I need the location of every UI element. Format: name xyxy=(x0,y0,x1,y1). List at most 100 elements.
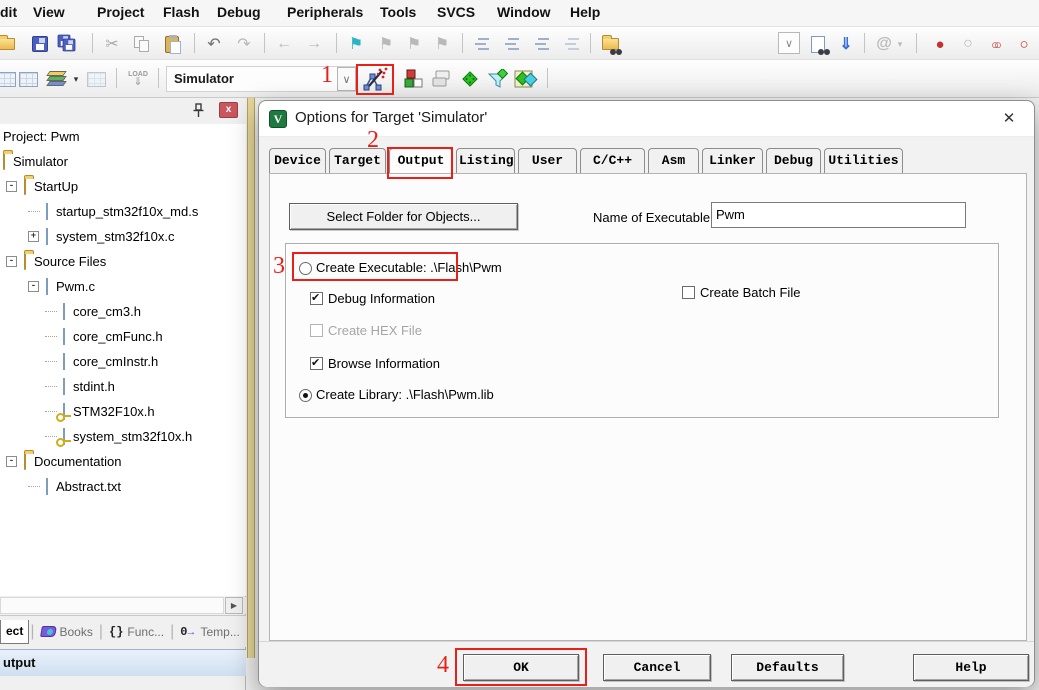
menu-item-help[interactable]: Help xyxy=(570,4,600,20)
rebuild-dropdown-caret-icon[interactable]: ▾ xyxy=(70,67,82,91)
tree-item-simulator[interactable]: Simulator xyxy=(0,149,246,174)
dialog-tab-user[interactable]: User xyxy=(518,148,577,173)
cut-icon[interactable]: ✂ xyxy=(100,32,124,56)
dialog-tab-utilities[interactable]: Utilities xyxy=(824,148,903,173)
tree-item-system-stm32f10x-c[interactable]: +system_stm32f10x.c xyxy=(0,224,246,249)
search-dropdown[interactable]: ∨ xyxy=(778,32,800,54)
project-panel-close-icon[interactable]: x xyxy=(219,102,238,118)
ok-button[interactable]: OK xyxy=(463,654,579,681)
tree-item-core-cm3-h[interactable]: core_cm3.h xyxy=(0,299,246,324)
create-library-radio[interactable] xyxy=(299,389,312,402)
dialog-close-icon[interactable]: ✕ xyxy=(998,108,1020,130)
bookmark-next-icon[interactable]: ⚑ xyxy=(374,32,398,56)
tree-item-core-cminstr-h[interactable]: core_cmInstr.h xyxy=(0,349,246,374)
multi-project-workspace-icon[interactable] xyxy=(430,67,454,91)
tree-item-stm32f10x-h[interactable]: STM32F10x.h xyxy=(0,399,246,424)
name-of-executable-input[interactable]: Pwm xyxy=(711,202,966,228)
copy-icon[interactable] xyxy=(130,32,154,56)
select-software-packs-icon[interactable] xyxy=(486,67,510,91)
dialog-tab-debug[interactable]: Debug xyxy=(766,148,821,173)
run-time-environment-icon[interactable] xyxy=(458,67,482,91)
debug-information-checkbox[interactable] xyxy=(310,292,323,305)
menu-item-dit[interactable]: dit xyxy=(0,4,17,20)
navigate-back-icon[interactable]: ← xyxy=(272,32,296,56)
comment-selection-icon[interactable] xyxy=(530,32,554,56)
panel-tab-temp[interactable]: 0→Temp... xyxy=(175,620,245,644)
tree-item-source-files[interactable]: -Source Files xyxy=(0,249,246,274)
menu-item-view[interactable]: View xyxy=(33,4,65,20)
tree-expander-icon[interactable]: - xyxy=(6,456,17,467)
tree-item-startup-stm32f10x-md-s[interactable]: startup_stm32f10x_md.s xyxy=(0,199,246,224)
browse-information-checkbox[interactable] xyxy=(310,357,323,370)
disable-all-breakpoints-icon[interactable]: ○○ xyxy=(982,32,1006,56)
indent-right-icon[interactable] xyxy=(500,32,524,56)
menu-item-debug[interactable]: Debug xyxy=(217,4,261,20)
menu-item-flash[interactable]: Flash xyxy=(163,4,200,20)
find-in-document-icon[interactable] xyxy=(806,32,830,56)
insert-breakpoint-icon[interactable]: ● xyxy=(928,32,952,56)
manage-components-icon[interactable] xyxy=(402,67,426,91)
help-button[interactable]: Help xyxy=(913,654,1029,681)
menu-item-svcs[interactable]: SVCS xyxy=(437,4,475,20)
build-icon[interactable] xyxy=(16,67,40,91)
build-output-caption[interactable]: utput xyxy=(0,649,246,676)
redo-icon[interactable]: ↷ xyxy=(232,32,256,56)
bookmark-clear-all-icon[interactable]: ⚑ xyxy=(430,32,454,56)
tree-item-project-pwm[interactable]: Project: Pwm xyxy=(0,124,246,149)
project-horizontal-scrollbar[interactable]: ▶ xyxy=(0,597,246,614)
incremental-find-icon[interactable]: ⇓ xyxy=(834,32,858,56)
dialog-tab-linker[interactable]: Linker xyxy=(702,148,763,173)
paste-icon[interactable] xyxy=(160,32,184,56)
scrollbar-right-arrow-icon[interactable]: ▶ xyxy=(225,597,243,614)
bookmark-previous-icon[interactable]: ⚑ xyxy=(402,32,426,56)
dialog-tab-c-c[interactable]: C/C++ xyxy=(580,148,645,173)
tree-item-documentation[interactable]: -Documentation xyxy=(0,449,246,474)
navigate-forward-icon[interactable]: → xyxy=(302,32,326,56)
tree-item-pwm-c[interactable]: -Pwm.c xyxy=(0,274,246,299)
dialog-tab-listing[interactable]: Listing xyxy=(456,148,515,173)
dialog-tab-device[interactable]: Device xyxy=(269,148,326,173)
menu-item-window[interactable]: Window xyxy=(497,4,551,20)
rebuild-all-icon[interactable] xyxy=(45,67,69,91)
scrollbar-track[interactable] xyxy=(0,597,224,614)
tree-expander-icon[interactable]: - xyxy=(6,256,17,267)
disable-breakpoint-icon[interactable]: ○ xyxy=(956,32,980,56)
bookmark-toggle-icon[interactable]: ⚑ xyxy=(344,32,368,56)
create-batch-file-checkbox[interactable] xyxy=(682,286,695,299)
dialog-tab-asm[interactable]: Asm xyxy=(648,148,699,173)
tree-item-core-cmfunc-h[interactable]: core_cmFunc.h xyxy=(0,324,246,349)
save-icon[interactable] xyxy=(28,32,52,56)
select-folder-for-objects-button[interactable]: Select Folder for Objects... xyxy=(289,203,518,230)
undo-icon[interactable]: ↶ xyxy=(202,32,226,56)
tree-expander-icon[interactable]: - xyxy=(6,181,17,192)
tree-item-system-stm32f10x-h[interactable]: system_stm32f10x.h xyxy=(0,424,246,449)
tree-item-stdint-h[interactable]: stdint.h xyxy=(0,374,246,399)
tree-item-abstract-txt[interactable]: Abstract.txt xyxy=(0,474,246,499)
menu-item-tools[interactable]: Tools xyxy=(380,4,416,20)
pack-installer-icon[interactable] xyxy=(514,67,538,91)
panel-tab-func[interactable]: {}Func... xyxy=(104,620,169,644)
debug-run-to-caret-icon[interactable]: ▾ xyxy=(894,32,906,56)
debug-run-to-icon[interactable]: @ xyxy=(872,32,896,56)
target-select-caret-icon[interactable]: ∨ xyxy=(337,67,356,91)
download-to-flash-icon[interactable]: LOAD ⇓ xyxy=(126,67,150,91)
open-file-icon[interactable] xyxy=(0,32,18,56)
cancel-button[interactable]: Cancel xyxy=(603,654,711,681)
batch-build-icon[interactable] xyxy=(84,67,108,91)
menu-item-peripherals[interactable]: Peripherals xyxy=(287,4,363,20)
panel-tab-books[interactable]: Books xyxy=(36,620,98,644)
pin-icon[interactable] xyxy=(192,103,206,119)
defaults-button[interactable]: Defaults xyxy=(731,654,844,681)
find-in-files-icon[interactable] xyxy=(598,32,622,56)
tree-item-startup[interactable]: -StartUp xyxy=(0,174,246,199)
dialog-tab-output[interactable]: Output xyxy=(389,148,453,174)
create-hex-file-checkbox[interactable] xyxy=(310,324,323,337)
indent-left-icon[interactable] xyxy=(470,32,494,56)
save-all-icon[interactable] xyxy=(56,32,80,56)
menu-item-project[interactable]: Project xyxy=(97,4,144,20)
tree-expander-icon[interactable]: + xyxy=(28,231,39,242)
panel-tab-ect[interactable]: ect xyxy=(0,620,29,644)
kill-all-breakpoints-icon[interactable]: ○ xyxy=(1012,32,1036,56)
tree-expander-icon[interactable]: - xyxy=(28,281,39,292)
uncomment-selection-icon[interactable] xyxy=(560,32,584,56)
